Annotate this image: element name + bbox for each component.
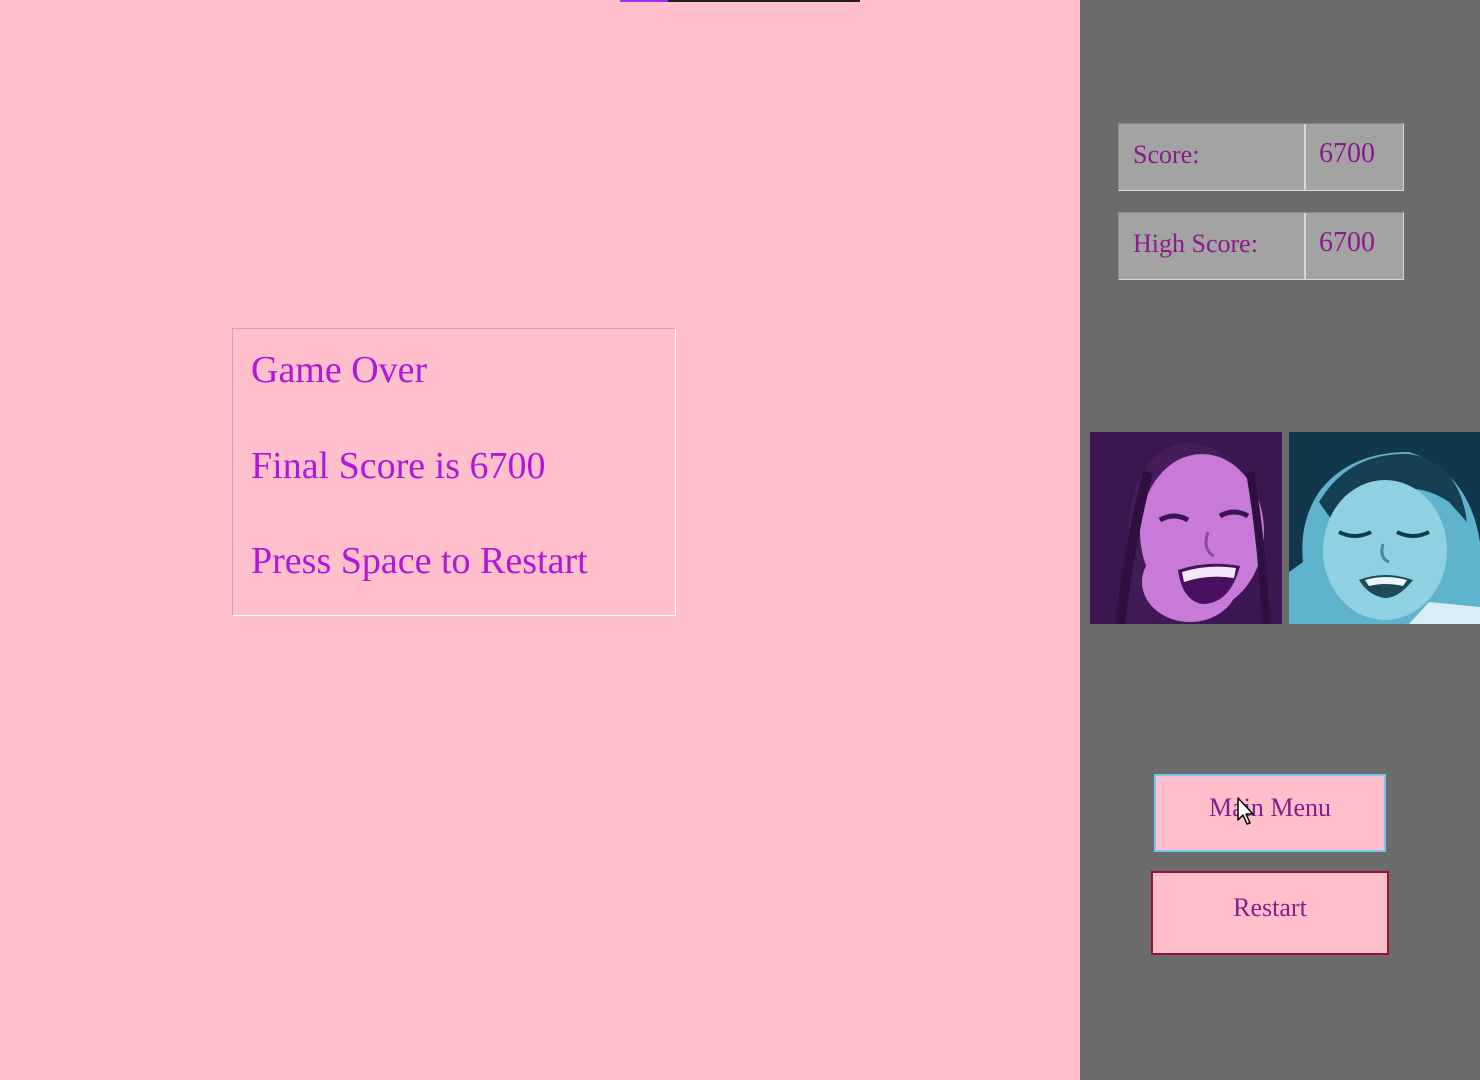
laughing-face-image xyxy=(1090,432,1282,624)
sidebar: Score: 6700 High Score: 6700 Main Menu R… xyxy=(1080,0,1480,1080)
top-bar-segment-dark xyxy=(668,0,860,2)
restart-hint-text: Press Space to Restart xyxy=(251,540,588,582)
final-score-text: Final Score is 6700 xyxy=(251,445,546,487)
high-score-value: 6700 xyxy=(1319,227,1375,258)
main-menu-button[interactable]: Main Menu xyxy=(1154,774,1386,852)
score-label: Score: xyxy=(1133,140,1200,169)
score-panel: Score: 6700 xyxy=(1118,123,1404,191)
game-over-title: Game Over xyxy=(251,349,428,391)
game-window: Game Over Final Score is 6700 Press Spac… xyxy=(0,0,1480,1080)
top-bar-segment-accent xyxy=(620,0,668,2)
game-over-panel: Game Over Final Score is 6700 Press Spac… xyxy=(232,328,676,616)
high-score-panel: High Score: 6700 xyxy=(1118,212,1404,280)
play-field[interactable]: Game Over Final Score is 6700 Press Spac… xyxy=(0,0,1080,1080)
top-progress-bar xyxy=(620,0,860,2)
crying-face-image xyxy=(1289,432,1480,624)
restart-button[interactable]: Restart xyxy=(1151,871,1389,955)
high-score-label: High Score: xyxy=(1133,229,1258,258)
score-value: 6700 xyxy=(1319,138,1375,169)
